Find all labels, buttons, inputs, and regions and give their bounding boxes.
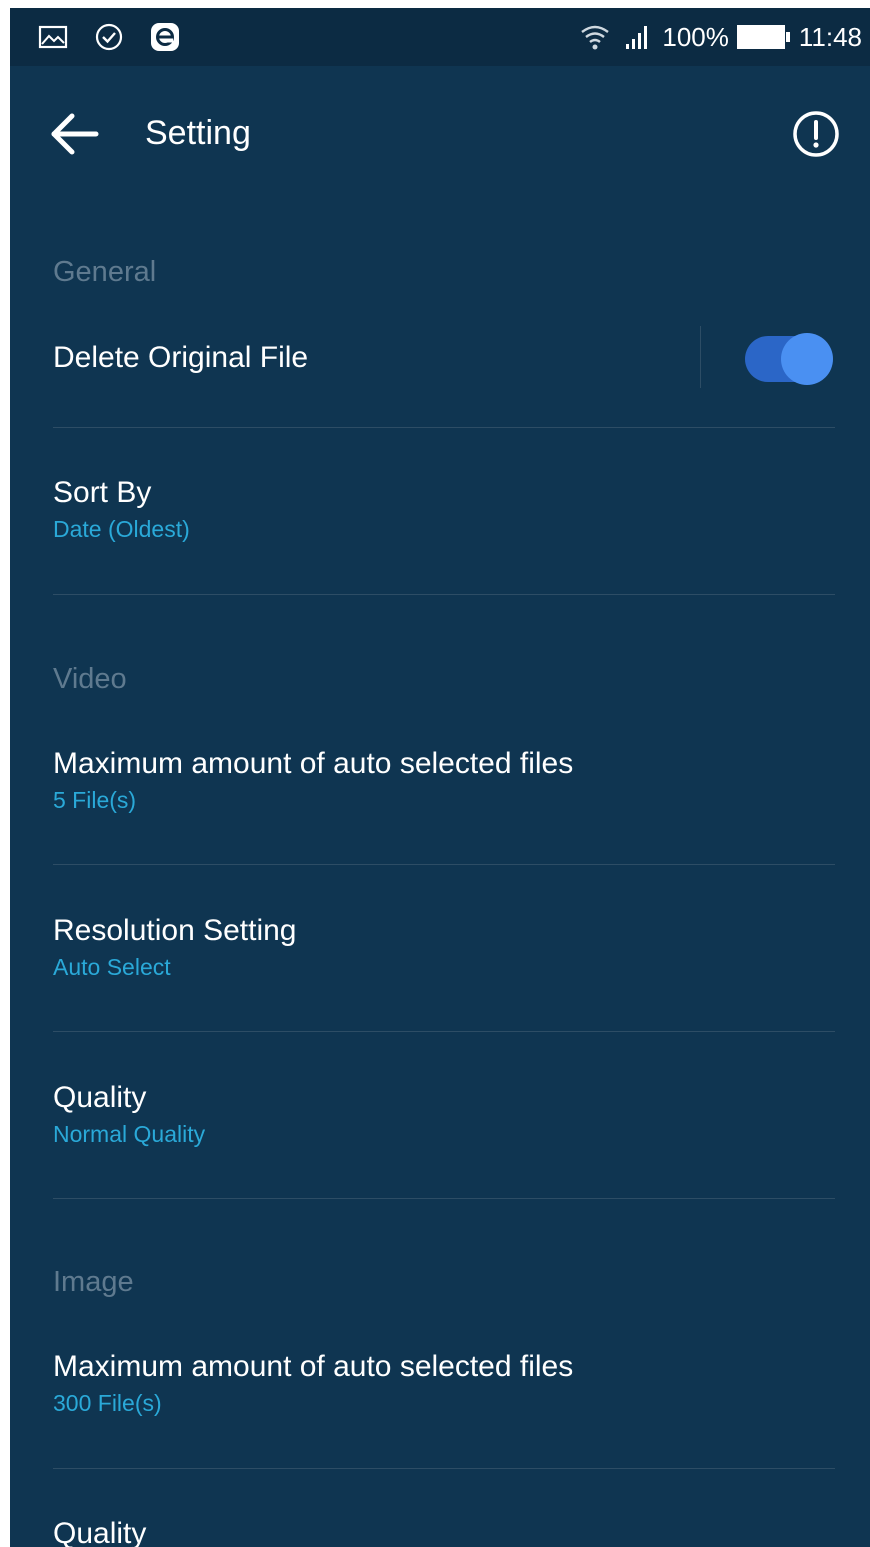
video-quality-value: Normal Quality [53, 1121, 206, 1147]
divider [53, 427, 835, 428]
video-max-files-item[interactable]: Maximum amount of auto selected files 5 … [53, 746, 835, 814]
app-bar: Setting [10, 66, 870, 206]
divider [53, 1198, 835, 1199]
divider [53, 594, 835, 595]
section-header-general: General [53, 256, 157, 288]
phone-screen: 100% 11:48 Setting General Delete Origin… [10, 8, 870, 1547]
delete-original-file-item[interactable]: Delete Original File [53, 340, 673, 376]
battery-icon [736, 25, 790, 49]
image-max-files-value: 300 File(s) [53, 1390, 162, 1416]
resolution-setting-title: Resolution Setting [53, 914, 297, 947]
toggle-divider [700, 326, 701, 388]
gallery-icon [38, 25, 68, 49]
section-header-image: Image [53, 1266, 134, 1298]
battery-percent: 100% [662, 21, 729, 52]
divider [53, 864, 835, 865]
image-quality-item[interactable]: Quality [53, 1516, 835, 1547]
wifi-icon [581, 25, 610, 50]
video-quality-item[interactable]: Quality Normal Quality [53, 1080, 835, 1148]
clock: 11:48 [798, 21, 862, 52]
divider [53, 1031, 835, 1032]
section-header-video: Video [53, 663, 127, 695]
image-max-files-title: Maximum amount of auto selected files [53, 1350, 574, 1383]
resolution-setting-item[interactable]: Resolution Setting Auto Select [53, 913, 835, 981]
video-quality-title: Quality [53, 1081, 147, 1114]
status-bar-right: 100% 11:48 [578, 20, 862, 54]
sort-by-item[interactable]: Sort By Date (Oldest) [53, 475, 835, 543]
status-bar: 100% 11:48 [10, 8, 870, 66]
page-title: Setting [145, 114, 251, 152]
image-quality-title: Quality [53, 1517, 147, 1547]
status-bar-left [36, 20, 182, 54]
divider [53, 1468, 835, 1469]
image-max-files-item[interactable]: Maximum amount of auto selected files 30… [53, 1349, 835, 1417]
signal-icon [626, 26, 648, 49]
delete-original-file-toggle[interactable] [743, 333, 833, 385]
check-circle-icon [95, 23, 123, 51]
delete-original-file-title: Delete Original File [53, 341, 309, 374]
sort-by-value: Date (Oldest) [53, 516, 190, 542]
sort-by-title: Sort By [53, 476, 152, 509]
video-max-files-value: 5 File(s) [53, 787, 137, 813]
info-circle-icon[interactable] [790, 108, 842, 160]
video-max-files-title: Maximum amount of auto selected files [53, 747, 574, 780]
toggle-knob [781, 333, 833, 385]
resolution-setting-value: Auto Select [53, 954, 171, 980]
arrow-left-icon[interactable] [46, 106, 102, 162]
e-app-icon [151, 23, 179, 51]
